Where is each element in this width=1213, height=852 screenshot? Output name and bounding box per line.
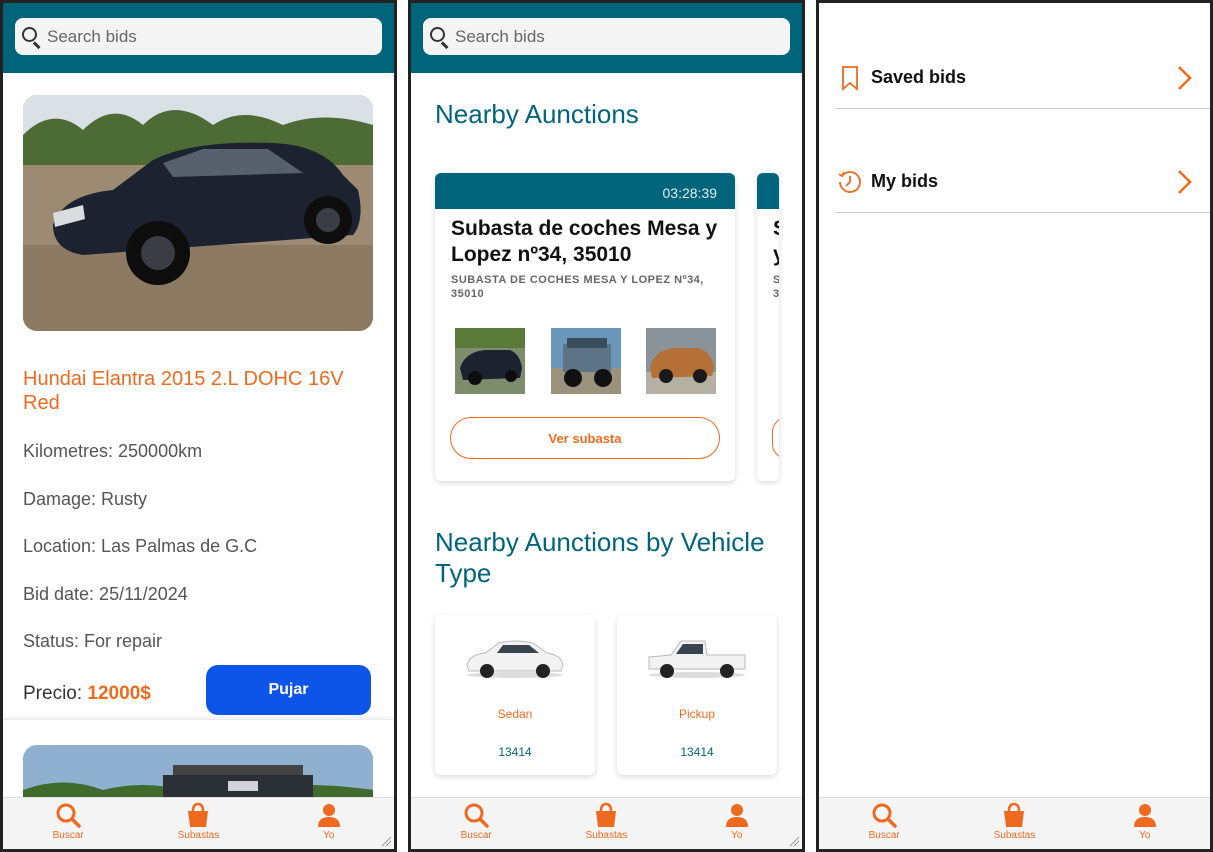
auction-subtitle-next: S 3	[773, 274, 779, 300]
spec-location: Location: Las Palmas de G.C	[23, 536, 258, 556]
card-divider	[3, 719, 394, 727]
nav-label-buscar: Buscar	[868, 830, 900, 841]
listing-title[interactable]: Hundai Elantra 2015 2.L DOHC 16V Red	[23, 367, 373, 415]
vehicle-type-name: Sedan	[497, 707, 533, 721]
auction-thumbnail[interactable]	[646, 328, 716, 394]
vehicle-type-name: Pickup	[678, 707, 716, 721]
car-photo[interactable]	[23, 95, 373, 331]
bookmark-icon	[842, 66, 858, 91]
header-bar: Search bids	[411, 3, 802, 73]
search-icon	[56, 803, 81, 828]
header-bar: Search bids	[3, 3, 394, 73]
spec-damage: Damage: Rusty	[23, 489, 148, 509]
vehicle-type-count: 13414	[498, 745, 532, 759]
profile-screen: Saved bids My bids Buscar Subastas Yo	[816, 0, 1213, 852]
chevron-right-icon	[1178, 170, 1192, 194]
view-auction-button[interactable]: Ver subasta	[450, 417, 720, 459]
spec-kilometres: Kilometres: 250000km	[23, 441, 203, 461]
vehicle-type-count: 13414	[680, 745, 714, 759]
nav-buscar[interactable]: Buscar	[3, 798, 133, 849]
spec-status: Status: For repair	[23, 631, 163, 651]
search-icon	[429, 26, 451, 49]
auctions-screen: Search bids Nearby Aunctions 03:28:39 Su…	[408, 0, 805, 852]
search-icon	[872, 803, 897, 828]
auction-title: Subasta de coches Mesa y Lopez nº34, 350…	[451, 217, 718, 266]
menu-label-saved-bids: Saved bids	[871, 67, 967, 87]
shopping-bag-icon	[188, 802, 209, 827]
bottom-nav: Buscar Subastas Yo	[3, 797, 394, 849]
resize-grip-icon[interactable]	[380, 835, 392, 847]
search-input[interactable]: Search bids	[423, 18, 790, 55]
resize-grip-icon[interactable]	[788, 835, 800, 847]
bottom-nav: Buscar Subastas Yo	[819, 797, 1210, 849]
nav-yo[interactable]: Yo	[264, 798, 394, 849]
price-value: 12000$	[87, 683, 151, 704]
by-type-title: Nearby Aunctions by Vehicle Type	[435, 527, 765, 588]
search-placeholder: Search bids	[455, 26, 545, 46]
auction-thumbnail[interactable]	[551, 328, 621, 394]
price: Precio: 12000$	[23, 683, 151, 705]
nav-label-subastas: Subastas	[993, 830, 1036, 841]
search-icon	[21, 26, 43, 49]
nav-label-buscar: Buscar	[460, 830, 492, 841]
nav-label-yo: Yo	[323, 830, 335, 841]
vehicle-type-card-sedan[interactable]: Sedan 13414	[435, 615, 595, 775]
vehicle-type-card-pickup[interactable]: Pickup 13414	[617, 615, 777, 775]
spec-bid-date: Bid date: 25/11/2024	[23, 584, 188, 604]
menu-label-my-bids: My bids	[871, 171, 939, 191]
nav-label-yo: Yo	[731, 830, 743, 841]
user-icon	[725, 804, 748, 827]
auction-timer: 03:28:39	[435, 173, 735, 209]
auction-subtitle: SUBASTA DE COCHES MESA Y LOPEZ Nº34, 350…	[451, 274, 704, 300]
nav-subastas[interactable]: Subastas	[133, 798, 263, 849]
user-icon	[1133, 804, 1156, 827]
nav-yo[interactable]: Yo	[672, 798, 802, 849]
nav-label-subastas: Subastas	[177, 830, 220, 841]
nav-buscar[interactable]: Buscar	[411, 798, 541, 849]
menu-item-my-bids[interactable]: My bids	[835, 109, 1210, 213]
search-input[interactable]: Search bids	[15, 18, 382, 55]
bottom-nav: Buscar Subastas Yo	[411, 797, 802, 849]
nav-buscar[interactable]: Buscar	[819, 798, 949, 849]
view-auction-button-next[interactable]	[772, 417, 779, 459]
nearby-auctions-title: Nearby Aunctions	[435, 99, 639, 129]
nav-label-buscar: Buscar	[52, 830, 84, 841]
listing-screen: Search bids Hundai Elantra 2015 2.L DOHC…	[0, 0, 397, 852]
auction-card-next[interactable]: S y S 3	[757, 173, 779, 481]
search-icon	[464, 803, 489, 828]
chevron-right-icon	[1178, 66, 1192, 90]
shopping-bag-icon	[1004, 802, 1025, 827]
price-label: Precio:	[23, 683, 88, 704]
pickup-image	[648, 640, 746, 678]
auction-header-next	[757, 173, 779, 209]
nav-yo[interactable]: Yo	[1080, 798, 1210, 849]
user-icon	[317, 804, 340, 827]
nav-label-subastas: Subastas	[585, 830, 628, 841]
sedan-image	[466, 640, 564, 678]
search-placeholder: Search bids	[47, 26, 137, 46]
menu-item-saved-bids[interactable]: Saved bids	[835, 5, 1210, 109]
shopping-bag-icon	[596, 802, 617, 827]
auction-thumbnail[interactable]	[455, 328, 525, 394]
bid-button[interactable]: Pujar	[206, 665, 371, 715]
nav-label-yo: Yo	[1139, 830, 1151, 841]
nav-subastas[interactable]: Subastas	[949, 798, 1079, 849]
auction-title-next: S y	[773, 216, 779, 268]
auction-card[interactable]: 03:28:39 Subasta de coches Mesa y Lopez …	[435, 173, 735, 481]
history-clock-icon	[838, 171, 861, 193]
nav-subastas[interactable]: Subastas	[541, 798, 671, 849]
